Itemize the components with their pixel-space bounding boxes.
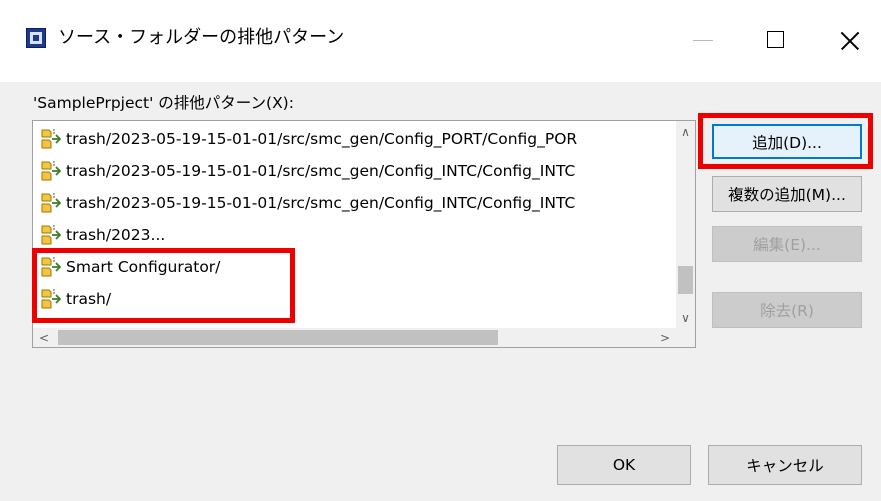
list-item[interactable]: trash/2023-05-19-15-01-01/src/smc_gen/Co… [33, 123, 676, 155]
scroll-right-icon[interactable]: > [654, 328, 676, 347]
list-item-label: trash/ [66, 290, 112, 308]
scroll-left-icon[interactable]: < [33, 328, 55, 347]
ide-app-icon [26, 28, 46, 48]
list-item-label: trash/2023-05-19-15-01-01/src/smc_gen/Co… [66, 130, 578, 148]
scroll-up-icon[interactable]: ∧ [676, 121, 695, 143]
exclusion-pattern-icon [39, 287, 65, 311]
horizontal-scroll-thumb[interactable] [58, 330, 498, 345]
vertical-scroll-thumb[interactable] [678, 266, 693, 294]
remove-button[interactable]: 除去(R) [712, 292, 862, 328]
list-item-label: trash/2023-05-19-15-01-01/src/smc_gen/Co… [66, 194, 576, 212]
exclusion-pattern-list[interactable]: trash/2023-05-19-15-01-01/src/smc_gen/Co… [32, 120, 696, 348]
vertical-scrollbar[interactable]: ∧ ∨ [676, 121, 695, 329]
list-item[interactable]: trash/2023-05-19-15-01-01/src/smc_gen/Co… [33, 187, 676, 219]
list-item[interactable]: trash/2023-05-19-15-01-01/src/smc_gen/Co… [33, 155, 676, 187]
maximize-icon[interactable] [752, 20, 798, 60]
exclusion-list-label: 'SamplePrpject' の排他パターン(X): [33, 94, 294, 112]
minimize-icon[interactable] [680, 20, 726, 60]
exclusion-pattern-icon [39, 255, 65, 279]
list-item-label: trash/2023-05-19-15-01-01/src/smc_gen/Co… [66, 162, 576, 180]
list-item-label: Smart Configurator/ [66, 258, 221, 276]
list-item-label: trash/2023... [66, 226, 166, 244]
exclusion-pattern-icon [39, 159, 65, 183]
window-title: ソース・フォルダーの排他パターン [58, 27, 345, 48]
cancel-button[interactable]: キャンセル [708, 445, 862, 485]
title-bar: ソース・フォルダーの排他パターン [0, 0, 881, 82]
ok-button[interactable]: OK [557, 445, 691, 485]
list-item[interactable]: Smart Configurator/ [33, 251, 676, 283]
add-multiple-button[interactable]: 複数の追加(M)... [712, 176, 862, 212]
list-viewport: trash/2023-05-19-15-01-01/src/smc_gen/Co… [33, 121, 676, 329]
exclusion-pattern-icon [39, 191, 65, 215]
exclusion-pattern-icon [39, 127, 65, 151]
list-item[interactable]: trash/ [33, 283, 676, 315]
scrollbar-corner [676, 328, 695, 347]
exclusion-pattern-icon [39, 223, 65, 247]
list-item[interactable]: trash/2023... [33, 219, 676, 251]
add-button[interactable]: 追加(D)... [712, 124, 862, 159]
close-icon[interactable] [826, 20, 872, 60]
edit-button[interactable]: 編集(E)... [712, 226, 862, 262]
horizontal-scrollbar[interactable]: < > [33, 328, 676, 347]
scroll-down-icon[interactable]: ∨ [676, 307, 695, 329]
